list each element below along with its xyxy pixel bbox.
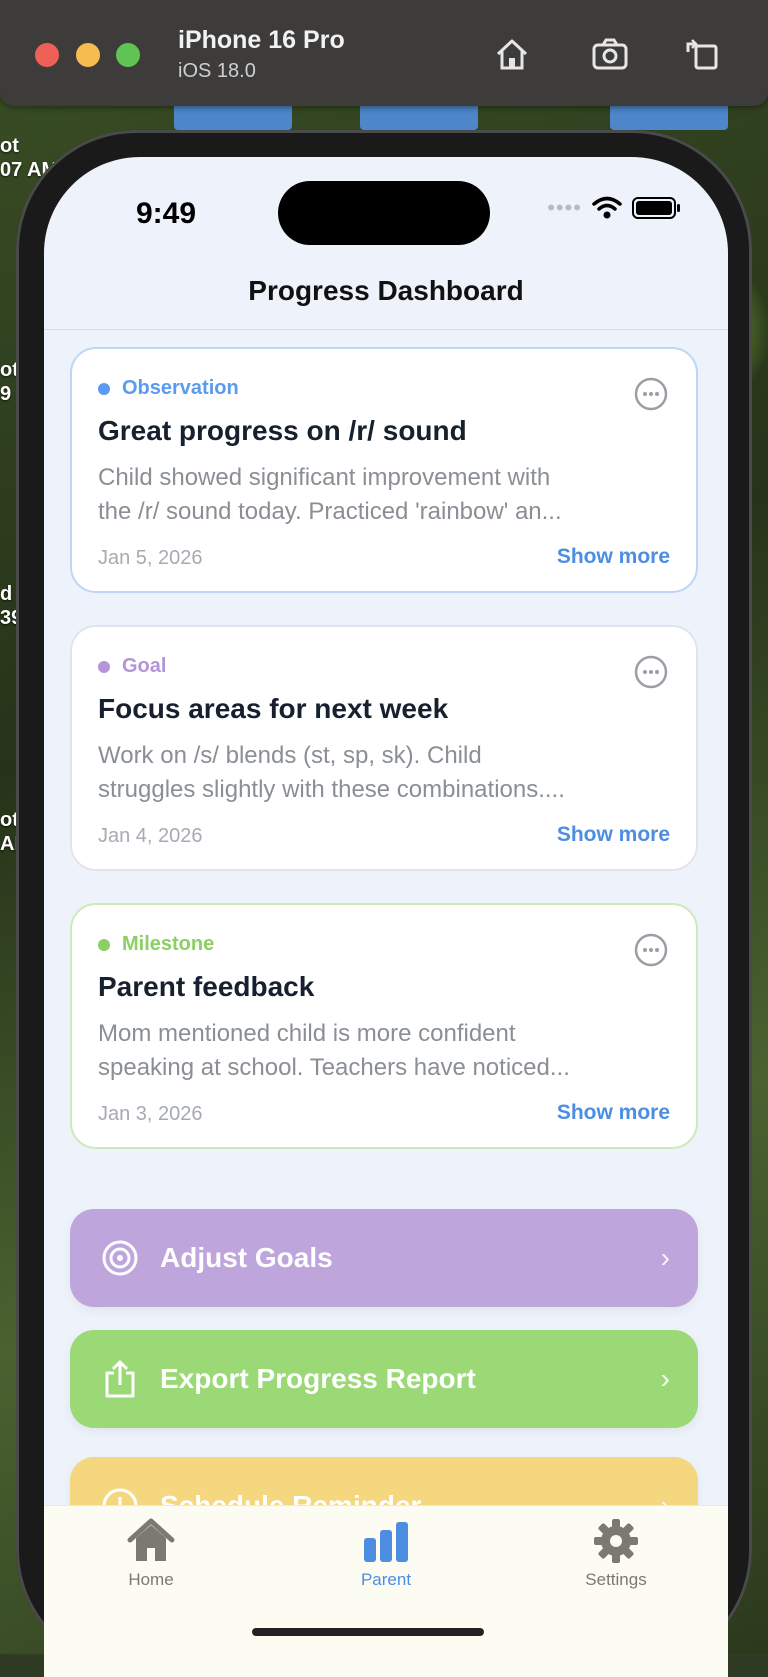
- note-date: Jan 3, 2026: [98, 1103, 203, 1125]
- gear-icon: [594, 1519, 638, 1563]
- chevron-right-icon: ›: [660, 1363, 670, 1394]
- home-icon: [496, 39, 528, 70]
- share-icon: [100, 1359, 140, 1399]
- note-date: Jan 4, 2026: [98, 825, 203, 847]
- tag-dot: [98, 938, 110, 951]
- tab-parent[interactable]: Parent: [316, 1516, 456, 1590]
- export-report-button[interactable]: Export Progress Report ›: [70, 1330, 698, 1428]
- note-card[interactable]: Goal Focus areas for next week Work on /…: [70, 625, 698, 871]
- house-icon: [127, 1518, 175, 1561]
- dynamic-island: [278, 181, 490, 245]
- home-button[interactable]: [488, 30, 536, 78]
- note-date: Jan 5, 2026: [98, 547, 203, 569]
- note-title: Great progress on /r/ sound: [98, 415, 467, 446]
- simulator-titlebar: iPhone 16 Pro iOS 18.0: [0, 0, 768, 106]
- show-more-link[interactable]: Show more: [557, 823, 670, 847]
- status-time: 9:49: [136, 197, 197, 230]
- action-label: Adjust Goals: [160, 1242, 333, 1273]
- target-icon: [100, 1238, 140, 1278]
- note-body: Child showed significant improvement wit…: [98, 464, 562, 525]
- tag-dot: [98, 660, 110, 673]
- note-body: Mom mentioned child is more confident sp…: [98, 1020, 570, 1081]
- tab-label: Parent: [360, 1570, 412, 1589]
- tab-home[interactable]: Home: [81, 1516, 221, 1590]
- adjust-goals-button[interactable]: Adjust Goals ›: [70, 1209, 698, 1307]
- phone-screen: 9:49 •••• Progress Dashboard Observation…: [44, 157, 728, 1677]
- os-version: iOS 18.0: [178, 60, 256, 82]
- show-more-link[interactable]: Show more: [557, 545, 670, 569]
- camera-icon: [592, 38, 628, 70]
- minimize-window-button[interactable]: [76, 43, 100, 67]
- wifi-icon: [592, 196, 622, 219]
- more-options-icon[interactable]: [634, 377, 668, 411]
- tag-label: Goal: [122, 655, 167, 677]
- home-indicator: [252, 1628, 484, 1636]
- note-title: Focus areas for next week: [98, 693, 449, 724]
- tab-label: Settings: [585, 1570, 647, 1589]
- screenshot-button[interactable]: [586, 30, 634, 78]
- note-body: Work on /s/ blends (st, sp, sk). Child s…: [98, 742, 565, 803]
- note-tag: Goal: [98, 655, 166, 678]
- tab-label: Home: [128, 1570, 174, 1589]
- device-name: iPhone 16 Pro: [178, 26, 345, 54]
- tab-settings[interactable]: Settings: [546, 1516, 686, 1590]
- tag-dot: [98, 382, 110, 395]
- note-title: Parent feedback: [98, 971, 315, 1002]
- page-title: Progress Dashboard: [248, 275, 524, 306]
- show-more-link[interactable]: Show more: [557, 1101, 670, 1125]
- note-tag: Milestone: [98, 933, 214, 956]
- zoom-window-button[interactable]: [116, 43, 140, 67]
- note-card[interactable]: Milestone Parent feedback Mom mentioned …: [70, 903, 698, 1149]
- bar-chart-icon: [364, 1522, 408, 1562]
- note-card[interactable]: Observation Great progress on /r/ sound …: [70, 347, 698, 593]
- tag-label: Milestone: [122, 933, 215, 955]
- battery-icon: [632, 197, 680, 219]
- rotate-icon: [686, 39, 718, 70]
- rotate-button[interactable]: [678, 30, 726, 78]
- more-options-icon[interactable]: [634, 655, 668, 689]
- header-divider: [44, 329, 728, 330]
- more-options-icon[interactable]: [634, 933, 668, 967]
- chevron-right-icon: ›: [660, 1242, 670, 1273]
- note-tag: Observation: [98, 377, 239, 400]
- status-icons: ••••: [547, 195, 680, 221]
- signal-dots-icon: ••••: [547, 195, 582, 220]
- tab-bar: Home Parent Settings: [44, 1505, 728, 1677]
- close-window-button[interactable]: [35, 43, 59, 67]
- action-label: Export Progress Report: [160, 1363, 476, 1394]
- tag-label: Observation: [122, 377, 239, 399]
